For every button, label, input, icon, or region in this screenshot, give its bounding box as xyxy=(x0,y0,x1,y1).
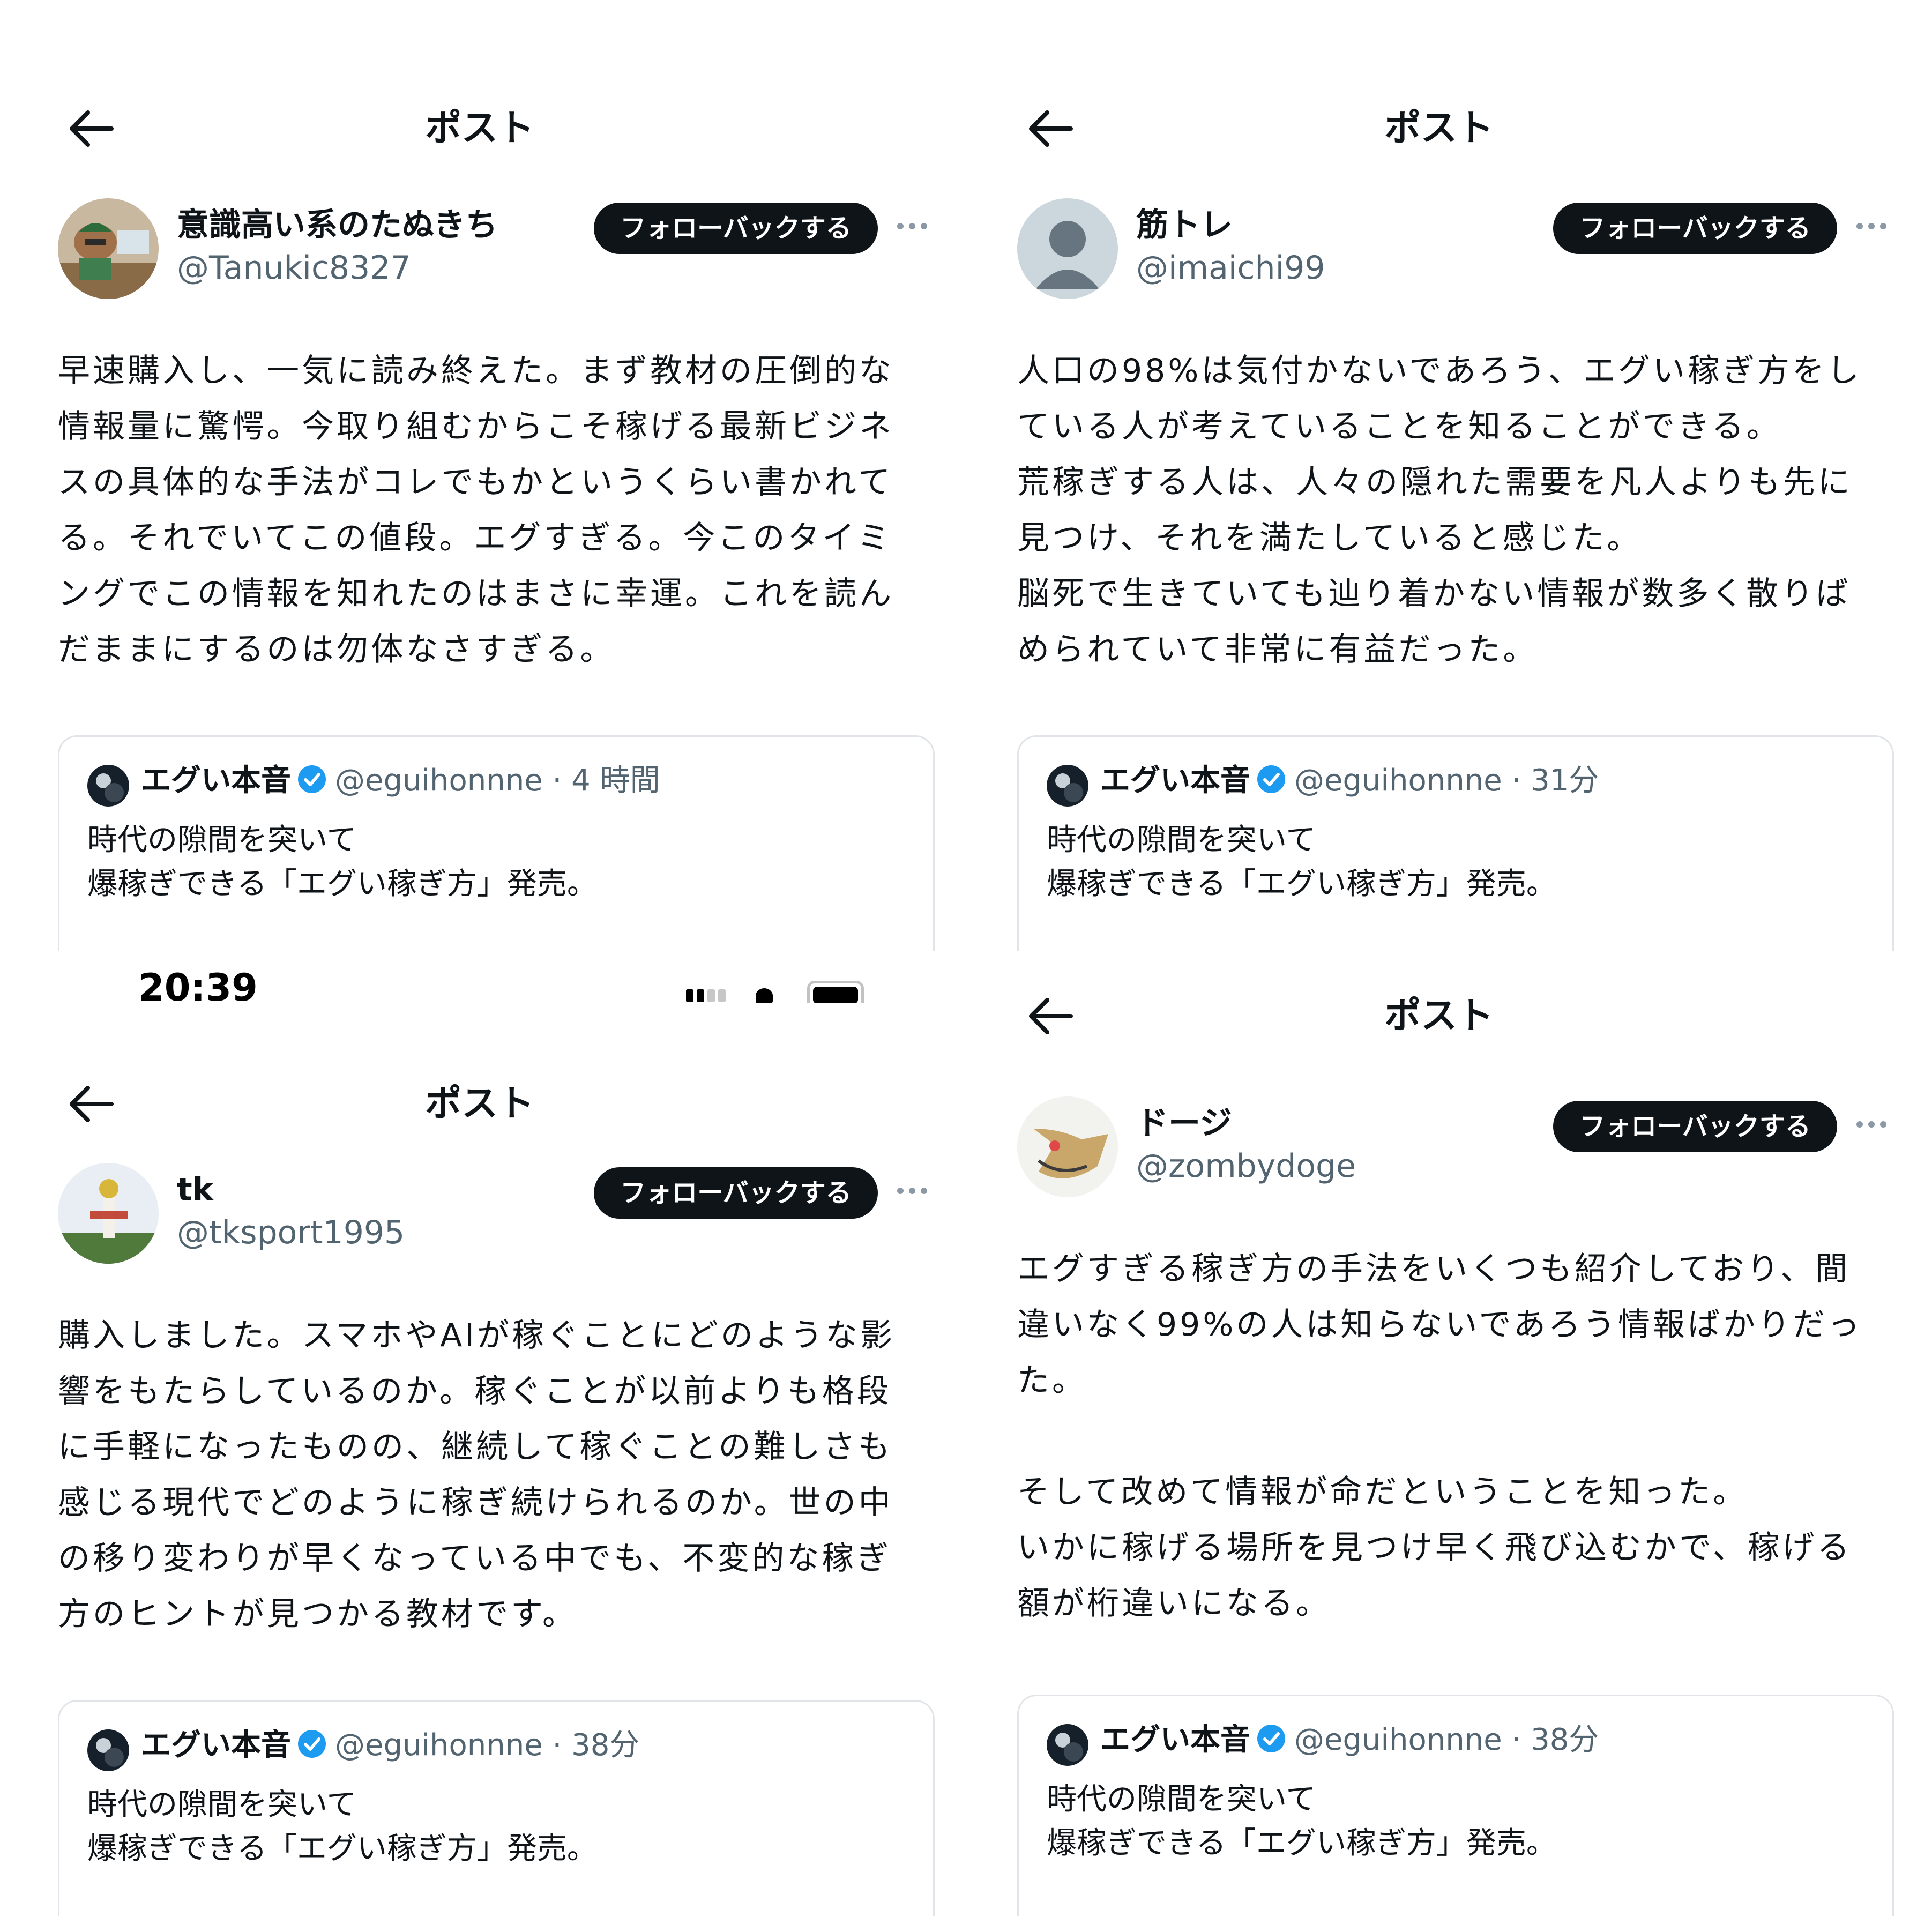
author-row: 意識高い系のたぬきち @Tanukic8327 フォローバックする xyxy=(0,198,959,300)
post-body: 早速購入し、一気に読み終えた。まず教材の圧倒的な 情報量に驚愕。今取り組むからこ… xyxy=(58,352,894,668)
quoted-author-name: エグい本音 xyxy=(141,763,291,798)
display-name[interactable]: 筋トレ xyxy=(1136,206,1233,244)
wifi-icon xyxy=(756,988,773,1003)
nav-header: ポスト xyxy=(959,979,1919,1048)
status-bar: 20:39 xyxy=(0,965,959,1003)
post-body: エグすぎる稼ぎ方の手法をいくつも紹介しており、間 違いなく99%の人は知らないで… xyxy=(1017,1250,1863,1622)
quoted-post-card[interactable]: エグい本音 @eguihonnne · 31分 時代の隙間を突いて 爆稼ぎできる「… xyxy=(1017,735,1894,951)
avatar[interactable] xyxy=(58,1163,159,1264)
page-title: ポスト xyxy=(1384,107,1494,150)
nav-header: ポスト xyxy=(0,1066,959,1136)
cellular-signal-icon xyxy=(686,989,729,1003)
quoted-avatar xyxy=(1047,765,1088,807)
post-panel-doge: ポスト ドージ @zombydoge フォローバックする エグすぎる稼ぎ方の手法… xyxy=(959,965,1919,1916)
user-handle[interactable]: @zombydoge xyxy=(1136,1147,1356,1185)
verified-badge-icon xyxy=(1257,765,1285,793)
follow-back-button[interactable]: フォローバックする xyxy=(594,203,878,254)
quoted-header: エグい本音 @eguihonnne · 4 時間 xyxy=(141,763,660,799)
avatar[interactable] xyxy=(1017,1096,1118,1197)
page-title: ポスト xyxy=(424,1083,534,1125)
post-body: 購入しました。スマホやAIが稼ぐことにどのような影 響をもたらしているのか。稼ぐ… xyxy=(58,1317,895,1633)
follow-back-button[interactable]: フォローバックする xyxy=(1553,203,1837,254)
quoted-author-name: エグい本音 xyxy=(1100,1722,1250,1757)
post-body: 人口の98%は気付かないであろう、エグい稼ぎ方をし ている人が考えていることを知… xyxy=(1017,352,1862,668)
quoted-text: 時代の隙間を突いて 爆稼ぎできる「エグい稼ぎ方」発売。 xyxy=(1047,823,1556,901)
quoted-text: 時代の隙間を突いて 爆稼ぎできる「エグい稼ぎ方」発売。 xyxy=(87,1787,597,1866)
quoted-text: 時代の隙間を突いて 爆稼ぎできる「エグい稼ぎ方」発売。 xyxy=(1047,1782,1556,1861)
quoted-post-card[interactable]: エグい本音 @eguihonnne · 38分 時代の隙間を突いて 爆稼ぎできる「… xyxy=(58,1700,935,1916)
nav-header: ポスト xyxy=(0,91,959,161)
quoted-author-name: エグい本音 xyxy=(1100,763,1250,798)
quoted-header: エグい本音 @eguihonnne · 38分 xyxy=(141,1727,639,1763)
display-name[interactable]: 意識高い系のたぬきち xyxy=(177,206,498,244)
author-row: 筋トレ @imaichi99 フォローバックする xyxy=(959,198,1919,300)
page-title: ポスト xyxy=(1384,995,1494,1037)
status-time: 20:39 xyxy=(138,966,258,1003)
follow-back-button[interactable]: フォローバックする xyxy=(1553,1101,1837,1152)
more-horizontal-icon[interactable] xyxy=(1855,1120,1888,1129)
more-horizontal-icon[interactable] xyxy=(896,222,928,230)
quoted-avatar xyxy=(87,765,129,807)
quoted-author-name: エグい本音 xyxy=(141,1728,291,1763)
quoted-handle-time: @eguihonnne · 4 時間 xyxy=(335,763,660,798)
user-handle[interactable]: @Tanukic8327 xyxy=(177,249,411,287)
verified-badge-icon xyxy=(298,1730,326,1758)
battery-icon xyxy=(807,981,864,1003)
post-panel-tk: 20:39 ポスト tk @tksport1995 フォローバックする 購入しま… xyxy=(0,965,959,1916)
display-name[interactable]: tk xyxy=(177,1170,214,1209)
quoted-header: エグい本音 @eguihonnne · 38分 xyxy=(1100,1722,1599,1758)
display-name[interactable]: ドージ xyxy=(1136,1104,1232,1143)
more-horizontal-icon[interactable] xyxy=(1855,222,1888,230)
nav-header: ポスト xyxy=(959,91,1919,161)
quoted-post-card[interactable]: エグい本音 @eguihonnne · 38分 時代の隙間を突いて 爆稼ぎできる「… xyxy=(1017,1695,1894,1916)
quoted-handle-time: @eguihonnne · 38分 xyxy=(1294,1722,1599,1757)
quoted-header: エグい本音 @eguihonnne · 31分 xyxy=(1100,763,1599,799)
quoted-handle-time: @eguihonnne · 38分 xyxy=(335,1728,640,1763)
post-panel-kintore: ポスト 筋トレ @imaichi99 フォローバックする 人口の98%は気付かな… xyxy=(959,0,1919,951)
avatar[interactable] xyxy=(1017,198,1118,299)
post-panel-tanukichi: ポスト 意識高い系のたぬきち @Tanukic8327 フォローバックする 早速… xyxy=(0,0,959,951)
page-title: ポスト xyxy=(424,107,534,150)
quoted-post-card[interactable]: エグい本音 @eguihonnne · 4 時間 時代の隙間を突いて 爆稼ぎできる… xyxy=(58,735,935,951)
verified-badge-icon xyxy=(1257,1725,1285,1752)
avatar[interactable] xyxy=(58,198,159,299)
verified-badge-icon xyxy=(298,765,326,793)
author-row: ドージ @zombydoge フォローバックする xyxy=(959,1096,1919,1198)
follow-back-button[interactable]: フォローバックする xyxy=(594,1167,878,1219)
user-handle[interactable]: @imaichi99 xyxy=(1136,249,1325,287)
quoted-handle-time: @eguihonnne · 31分 xyxy=(1294,763,1599,798)
more-horizontal-icon[interactable] xyxy=(896,1187,928,1195)
quoted-text: 時代の隙間を突いて 爆稼ぎできる「エグい稼ぎ方」発売。 xyxy=(87,823,597,901)
quoted-avatar xyxy=(1047,1724,1088,1766)
quoted-avatar xyxy=(87,1729,129,1771)
user-handle[interactable]: @tksport1995 xyxy=(177,1213,405,1252)
author-row: tk @tksport1995 フォローバックする xyxy=(0,1163,959,1265)
